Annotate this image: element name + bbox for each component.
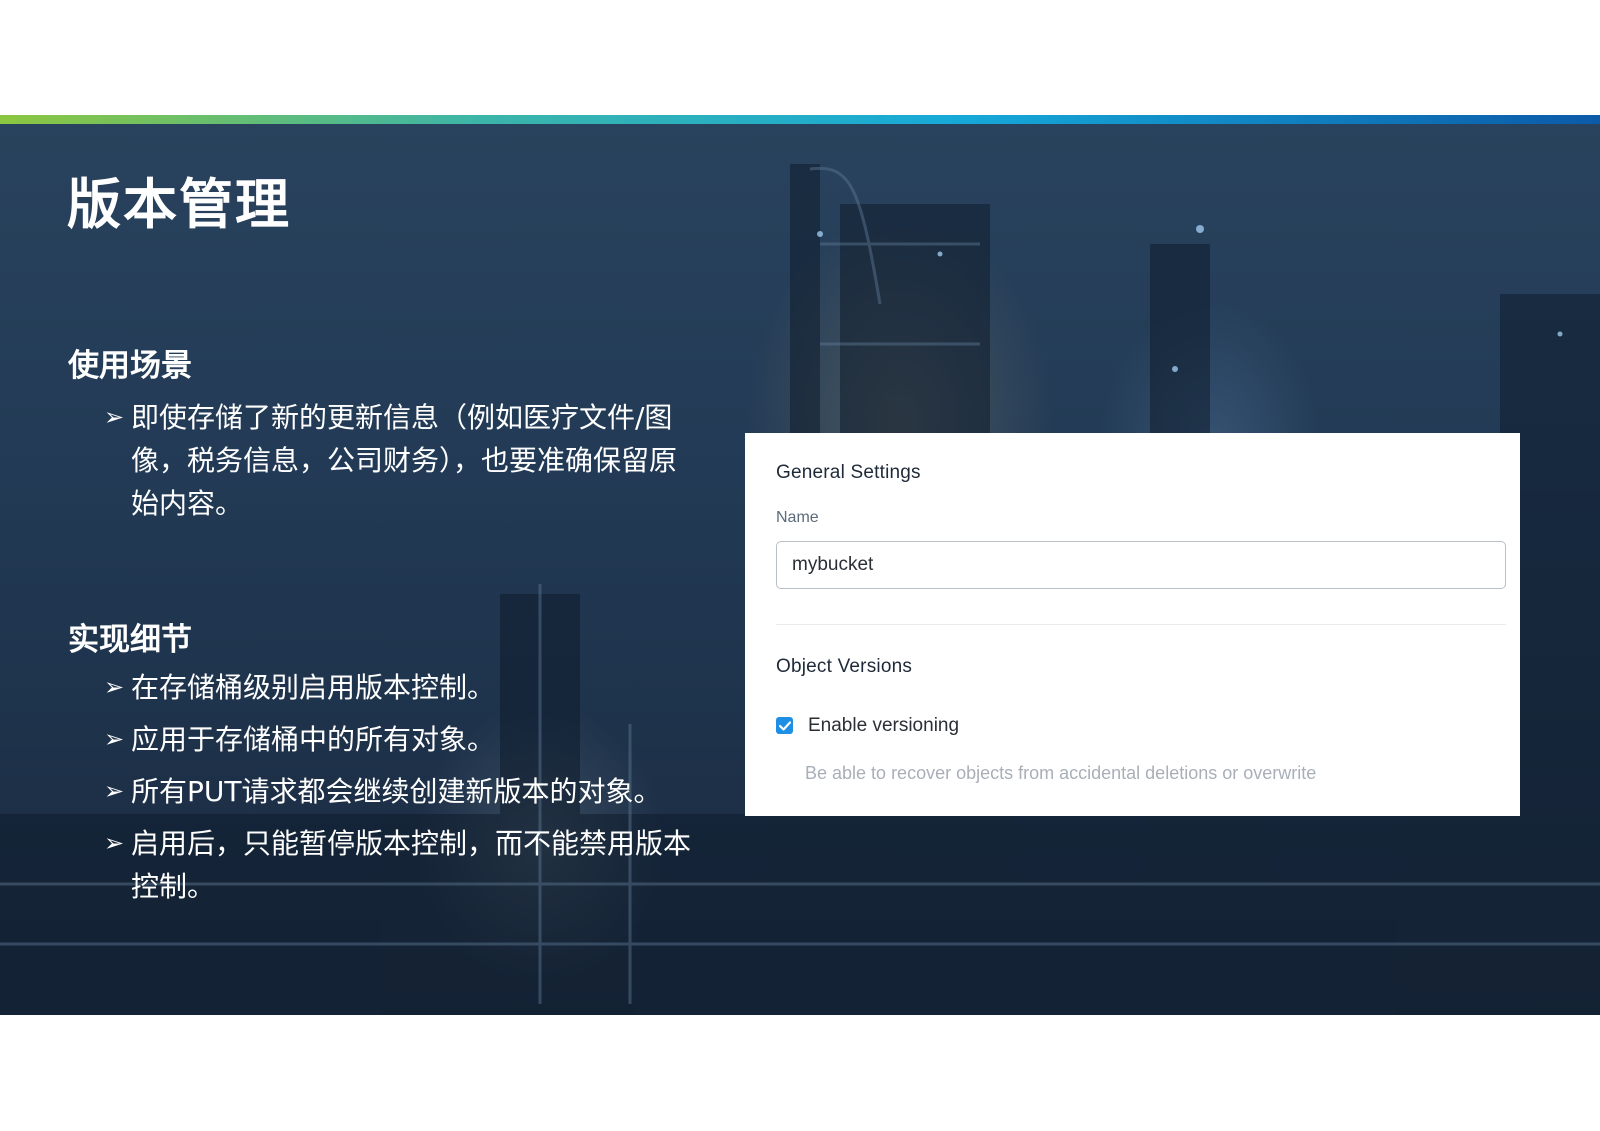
implementation-bullet: ➢ 在存储桶级别启用版本控制。 bbox=[104, 666, 704, 709]
implementation-text: 应用于存储桶中的所有对象。 bbox=[131, 723, 496, 756]
section-divider bbox=[776, 624, 1506, 625]
enable-versioning-label[interactable]: Enable versioning bbox=[808, 715, 959, 737]
versioning-help-text: Be able to recover objects from accident… bbox=[805, 763, 1317, 783]
arrow-bullet-icon: ➢ bbox=[104, 725, 125, 753]
use-case-text: 即使存储了新的更新信息（例如医疗文件/图像，税务信息，公司财务），也要准确保留原… bbox=[131, 401, 678, 520]
implementation-bullet: ➢ 所有PUT请求都会继续创建新版本的对象。 bbox=[104, 770, 704, 813]
implementation-heading: 实现细节 bbox=[68, 622, 192, 658]
object-versions-title: Object Versions bbox=[776, 656, 913, 677]
header-gradient-bar bbox=[0, 115, 1600, 124]
enable-versioning-checkbox[interactable] bbox=[776, 717, 793, 734]
implementation-bullet: ➢ 启用后，只能暂停版本控制，而不能禁用版本控制。 bbox=[104, 822, 704, 908]
implementation-text: 所有PUT请求都会继续创建新版本的对象。 bbox=[131, 775, 662, 808]
use-cases-list: ➢ 即使存储了新的更新信息（例如医疗文件/图像，税务信息，公司财务），也要准确保… bbox=[104, 396, 704, 534]
arrow-bullet-icon: ➢ bbox=[104, 403, 125, 431]
use-case-bullet: ➢ 即使存储了新的更新信息（例如医疗文件/图像，税务信息，公司财务），也要准确保… bbox=[104, 396, 704, 525]
implementation-list: ➢ 在存储桶级别启用版本控制。 ➢ 应用于存储桶中的所有对象。 ➢ 所有PUT请… bbox=[104, 666, 704, 917]
bucket-settings-card: General Settings Name Object Versions En… bbox=[745, 433, 1520, 816]
arrow-bullet-icon: ➢ bbox=[104, 829, 125, 857]
implementation-text: 启用后，只能暂停版本控制，而不能禁用版本控制。 bbox=[131, 827, 692, 903]
bucket-name-input[interactable] bbox=[776, 541, 1506, 589]
implementation-bullet: ➢ 应用于存储桶中的所有对象。 bbox=[104, 718, 704, 761]
implementation-text: 在存储桶级别启用版本控制。 bbox=[131, 671, 496, 704]
checkmark-icon bbox=[778, 720, 791, 731]
name-field-label: Name bbox=[776, 509, 819, 526]
arrow-bullet-icon: ➢ bbox=[104, 777, 125, 805]
general-settings-title: General Settings bbox=[776, 462, 921, 483]
use-cases-heading: 使用场景 bbox=[68, 348, 192, 384]
slide-title: 版本管理 bbox=[67, 173, 291, 236]
arrow-bullet-icon: ➢ bbox=[104, 673, 125, 701]
